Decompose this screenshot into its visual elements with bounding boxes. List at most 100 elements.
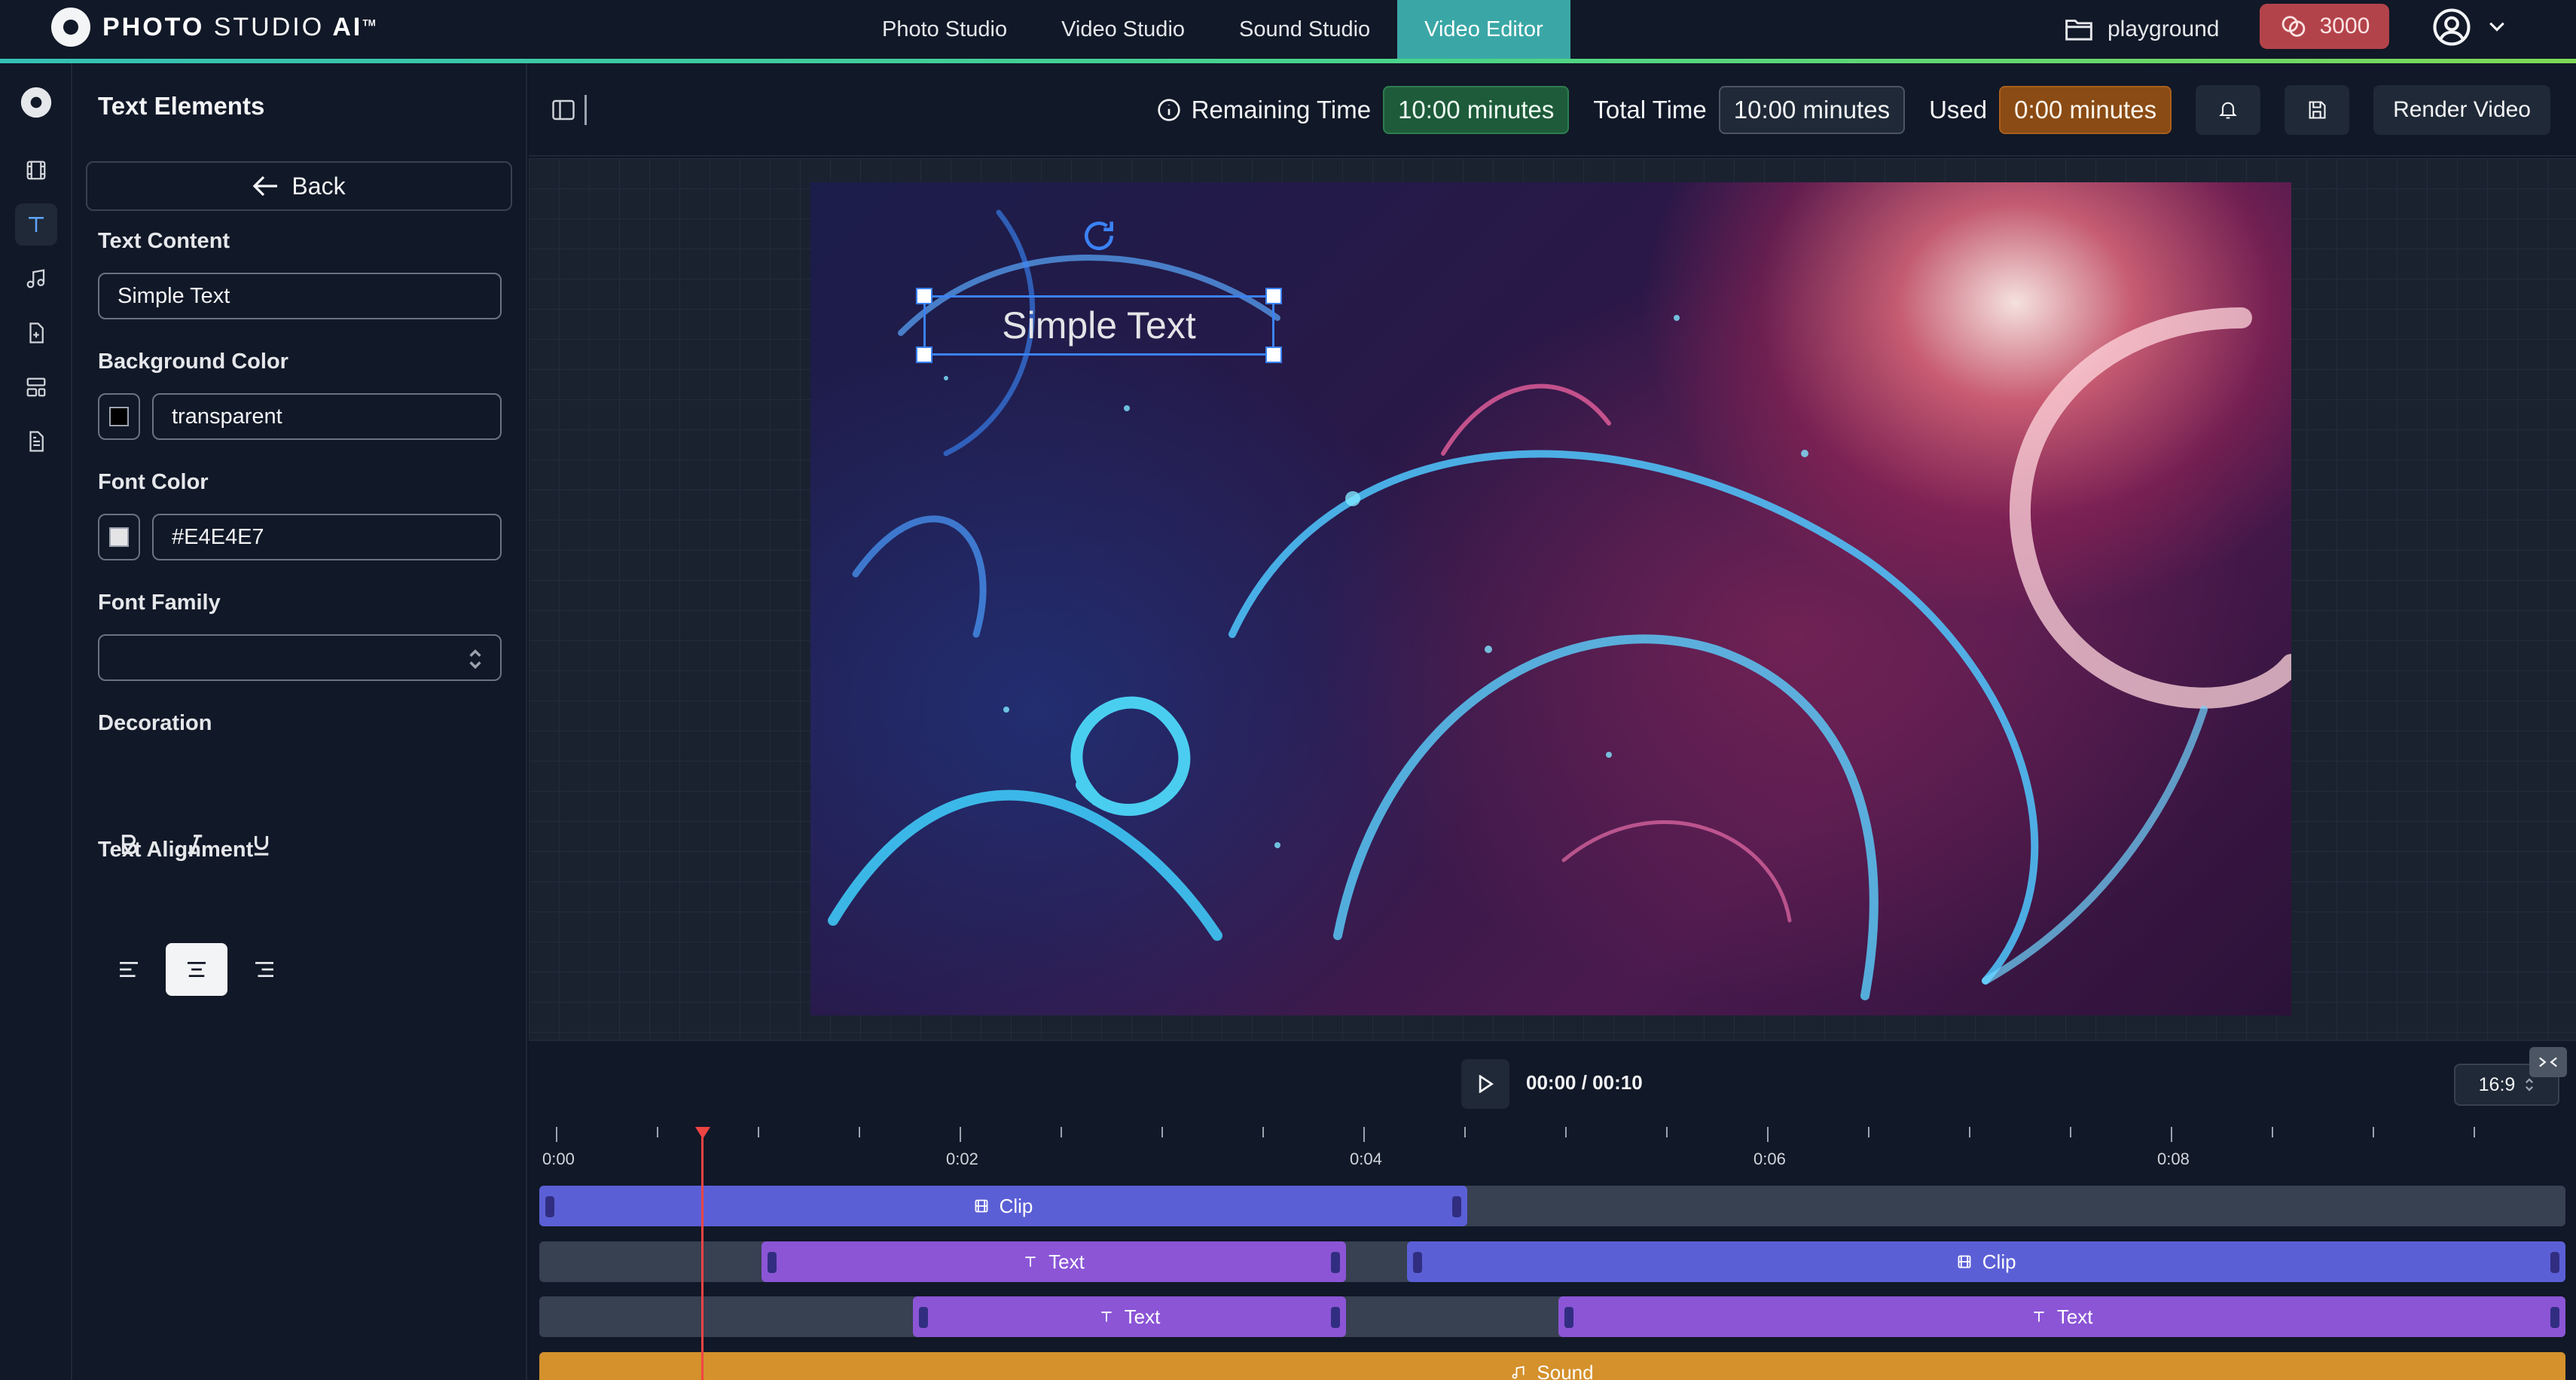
coins-icon — [2281, 16, 2305, 37]
clip-trim-handle-right[interactable] — [1452, 1196, 1461, 1217]
play-button[interactable] — [1461, 1059, 1509, 1109]
video-icon — [26, 160, 46, 180]
film-icon — [975, 1199, 988, 1213]
back-button[interactable]: Back — [86, 161, 512, 211]
ruler-tick — [1666, 1127, 1668, 1137]
font-color-picker[interactable] — [98, 514, 140, 560]
ruler-tick — [1969, 1127, 1970, 1137]
play-icon — [1479, 1075, 1494, 1093]
clip-trim-handle-left[interactable] — [1564, 1307, 1574, 1328]
clip-trim-handle-right[interactable] — [2550, 1252, 2559, 1273]
arrow-left-icon — [253, 176, 278, 197]
nav-video-editor[interactable]: Video Editor — [1397, 0, 1570, 59]
rotate-icon[interactable] — [1080, 217, 1118, 255]
clip-label: Clip — [1982, 1250, 2016, 1273]
rail-layout[interactable] — [15, 366, 57, 408]
align-center-button[interactable] — [166, 943, 227, 996]
sidebar-toggle-button[interactable] — [544, 90, 583, 130]
resize-handle-top-right[interactable] — [1265, 288, 1282, 304]
notifications-button[interactable] — [2196, 85, 2261, 135]
video-preview[interactable]: Simple Text — [810, 182, 2291, 1015]
timeline: 0:00 0:02 0:04 0:06 0:08 Clip Text Clip Text Tex… — [529, 1127, 2576, 1380]
remaining-time-label: Remaining Time — [1191, 96, 1372, 124]
layout-icon — [26, 377, 46, 397]
app-logo[interactable]: PHOTO STUDIO AITM — [51, 5, 376, 50]
clip-trim-handle-left[interactable] — [1413, 1252, 1423, 1273]
video-clip[interactable]: Clip — [539, 1186, 1467, 1226]
text-content-label: Text Content — [98, 229, 230, 253]
info-icon — [1157, 99, 1180, 121]
ruler-tick — [1767, 1127, 1769, 1142]
nav-photo-studio[interactable]: Photo Studio — [855, 0, 1034, 59]
clip-trim-handle-right[interactable] — [1331, 1307, 1341, 1328]
ruler-tick — [1363, 1127, 1365, 1142]
timeline-track[interactable]: Clip — [539, 1186, 2565, 1226]
player-bar: 00:00 / 00:10 16:9 — [529, 1040, 2576, 1127]
ruler-tick-label: 0:02 — [946, 1149, 978, 1168]
rail-music[interactable] — [15, 258, 57, 300]
resize-handle-top-left[interactable] — [916, 288, 932, 304]
video-clip[interactable]: Clip — [1407, 1241, 2565, 1282]
font-color-swatch — [109, 527, 129, 547]
rail-text[interactable] — [15, 203, 57, 246]
ruler-tick — [859, 1127, 860, 1137]
clip-trim-handle-right[interactable] — [2550, 1307, 2559, 1328]
alignment-group — [98, 943, 295, 996]
align-right-button[interactable] — [233, 943, 295, 996]
playhead[interactable] — [701, 1127, 704, 1380]
align-left-button[interactable] — [98, 943, 160, 996]
account-menu[interactable] — [2431, 6, 2505, 48]
decoration-label: Decoration — [98, 711, 212, 735]
timeline-track[interactable]: Text Clip — [539, 1241, 2565, 1282]
ruler-tick-label: 0:08 — [2157, 1149, 2190, 1168]
playback-time: 00:00 / 00:10 — [1526, 1071, 1643, 1094]
clip-trim-handle-left[interactable] — [767, 1252, 777, 1273]
used-time-label: Used — [1929, 96, 1988, 124]
remaining-time-value: 10:00 minutes — [1383, 86, 1570, 134]
align-left-icon — [120, 962, 138, 977]
timeline-track[interactable]: Text Text — [539, 1296, 2565, 1337]
logo-text: PHOTO STUDIO AITM — [102, 12, 376, 41]
ruler-tick-label: 0:00 — [542, 1149, 575, 1168]
collapse-timeline-button[interactable] — [2529, 1047, 2567, 1077]
rail-video[interactable] — [15, 149, 57, 191]
clip-trim-handle-right[interactable] — [1331, 1252, 1341, 1273]
rail-document[interactable] — [15, 420, 57, 463]
font-family-select[interactable] — [98, 634, 502, 681]
bell-icon — [2219, 102, 2237, 119]
background-color-picker[interactable] — [98, 393, 140, 440]
ruler-tick — [1565, 1127, 1567, 1137]
header-divider — [584, 95, 587, 125]
clip-trim-handle-left[interactable] — [545, 1196, 554, 1217]
render-video-button[interactable]: Render Video — [2373, 85, 2550, 135]
aperture-icon — [20, 87, 52, 118]
text-clip[interactable]: Text — [1558, 1296, 2565, 1337]
save-button[interactable] — [2285, 85, 2350, 135]
document-icon — [29, 431, 44, 452]
nav-sound-studio[interactable]: Sound Studio — [1212, 0, 1397, 59]
clip-label: Text — [1048, 1250, 1085, 1273]
main-nav: Photo Studio Video Studio Sound Studio V… — [855, 0, 1570, 59]
text-clip[interactable]: Text — [912, 1296, 1347, 1337]
timeline-ruler[interactable]: 0:00 0:02 0:04 0:06 0:08 — [529, 1127, 2576, 1180]
rail-add-file[interactable] — [15, 312, 57, 354]
text-clip[interactable]: Text — [761, 1241, 1347, 1282]
collapse-icon — [2539, 1057, 2557, 1067]
sound-clip[interactable]: Sound — [539, 1352, 2565, 1380]
text-content-input[interactable]: Simple Text — [98, 273, 502, 319]
project-selector[interactable]: playground — [2064, 9, 2219, 50]
font-color-input[interactable]: #E4E4E7 — [152, 514, 502, 560]
ruler-tick — [1868, 1127, 1869, 1137]
clip-trim-handle-left[interactable] — [918, 1307, 928, 1328]
nav-video-studio[interactable]: Video Studio — [1034, 0, 1212, 59]
select-chevrons-icon — [469, 649, 481, 670]
resize-handle-bottom-right[interactable] — [1265, 347, 1282, 363]
background-color-input[interactable]: transparent — [152, 393, 502, 440]
clip-label: Clip — [999, 1194, 1033, 1217]
underline-icon — [254, 835, 269, 856]
timeline-track[interactable]: Sound — [539, 1352, 2565, 1380]
resize-handle-bottom-left[interactable] — [916, 347, 932, 363]
text-overlay[interactable]: Simple Text — [916, 288, 1282, 363]
credits-badge[interactable]: 3000 — [2260, 4, 2389, 49]
rail-logo[interactable] — [15, 81, 57, 124]
